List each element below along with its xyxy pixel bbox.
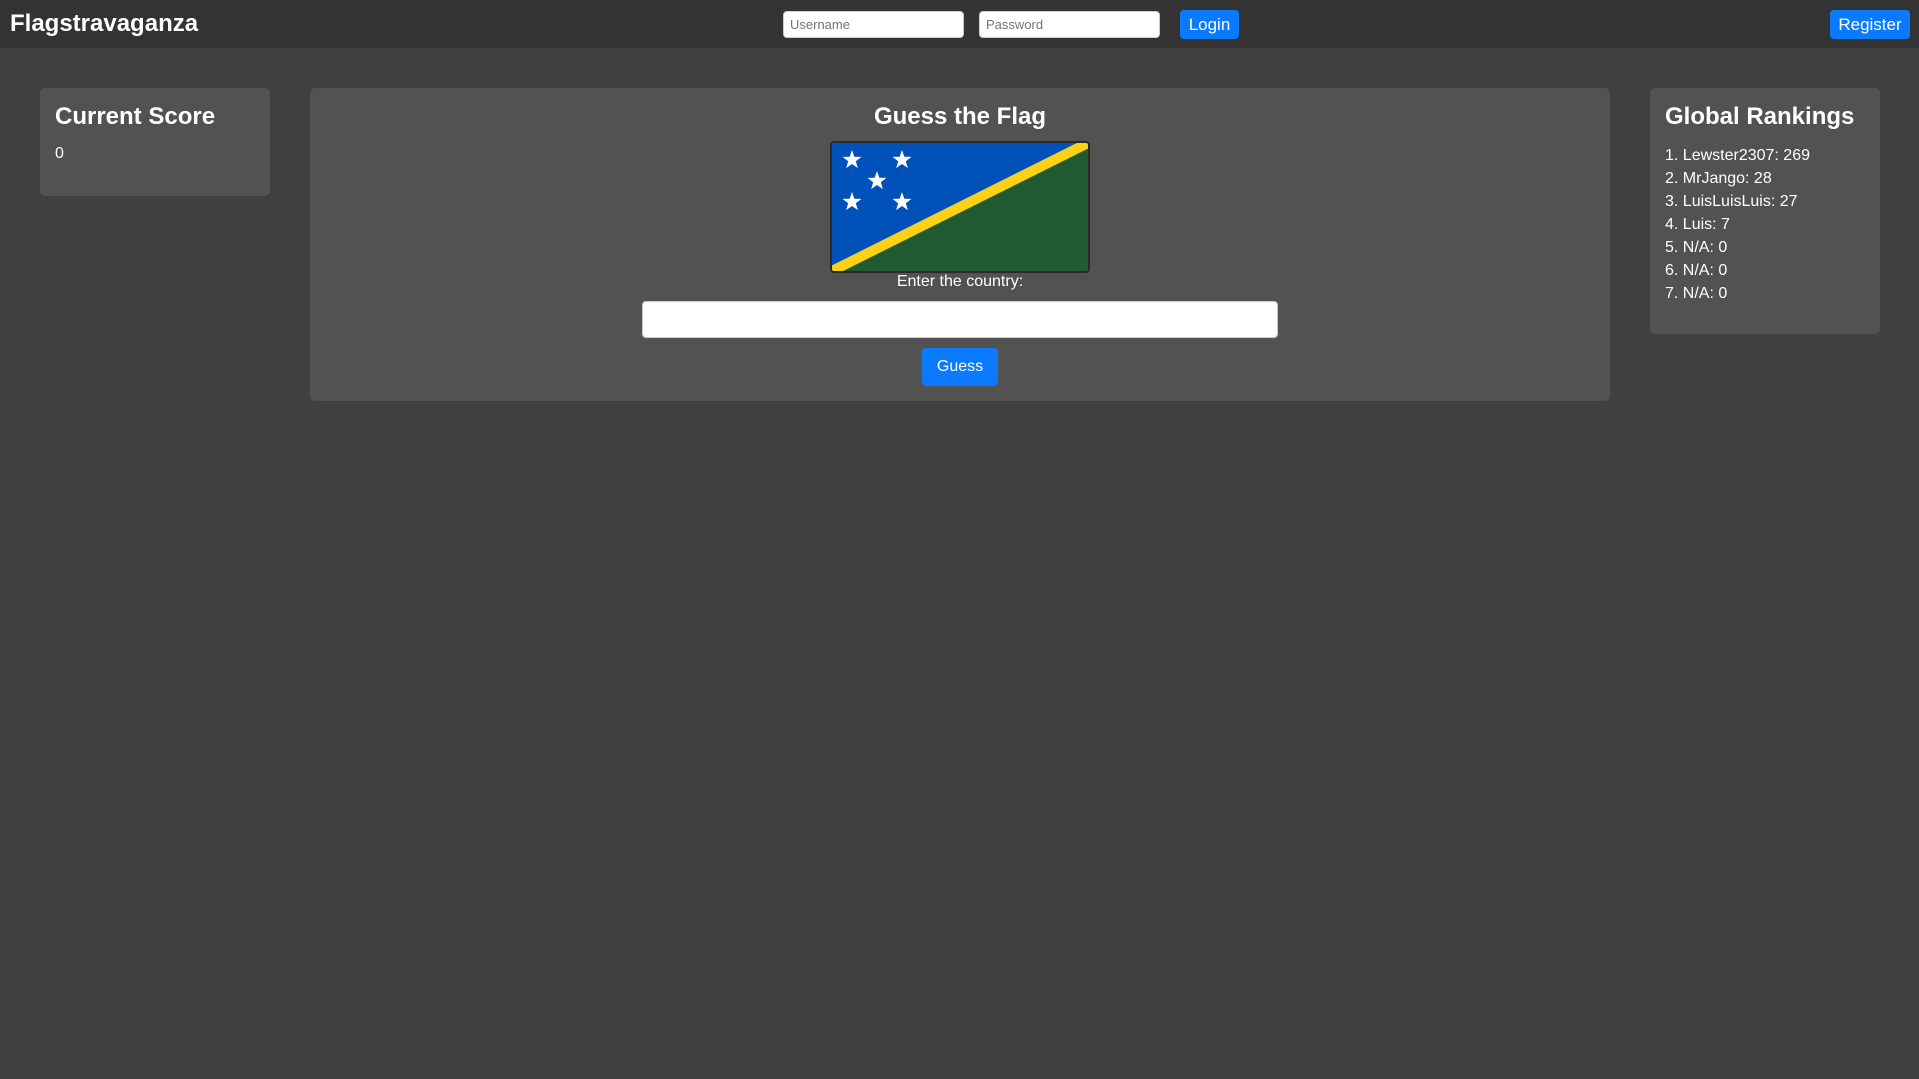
global-rankings-panel: Global Rankings 1. Lewster2307: 269 2. M… [1650,88,1880,334]
login-button[interactable]: Login [1180,10,1239,39]
ranking-item: 2. MrJango: 28 [1665,170,1772,187]
guess-button[interactable]: Guess [922,348,998,386]
ranking-item: 4. Luis: 7 [1665,216,1730,233]
ranking-item: 3. LuisLuisLuis: 27 [1665,193,1798,210]
ranking-item: 7. N/A: 0 [1665,285,1728,302]
top-bar: Flagstravaganza Login Register [0,0,1919,48]
ranking-item: 5. N/A: 0 [1665,239,1728,256]
ranking-item: 1. Lewster2307: 269 [1665,147,1810,164]
register-button[interactable]: Register [1830,10,1910,39]
country-prompt-label: Enter the country: [896,273,1024,290]
username-input[interactable] [783,11,964,38]
global-rankings-title: Global Rankings [1665,103,1855,130]
current-score-panel: Current Score 0 [40,88,270,196]
solomon-islands-flag-icon [830,141,1090,273]
current-score-title: Current Score [55,103,216,130]
current-score-value: 0 [55,145,64,162]
rankings-list: 1. Lewster2307: 269 2. MrJango: 28 3. Lu… [1665,144,1810,305]
password-input[interactable] [979,11,1160,38]
ranking-item: 6. N/A: 0 [1665,262,1728,279]
guess-flag-title: Guess the Flag [873,103,1047,130]
country-input[interactable] [642,301,1278,338]
site-title[interactable]: Flagstravaganza [10,9,198,39]
guess-flag-panel: Guess the Flag Enter the country: Guess [310,88,1610,401]
